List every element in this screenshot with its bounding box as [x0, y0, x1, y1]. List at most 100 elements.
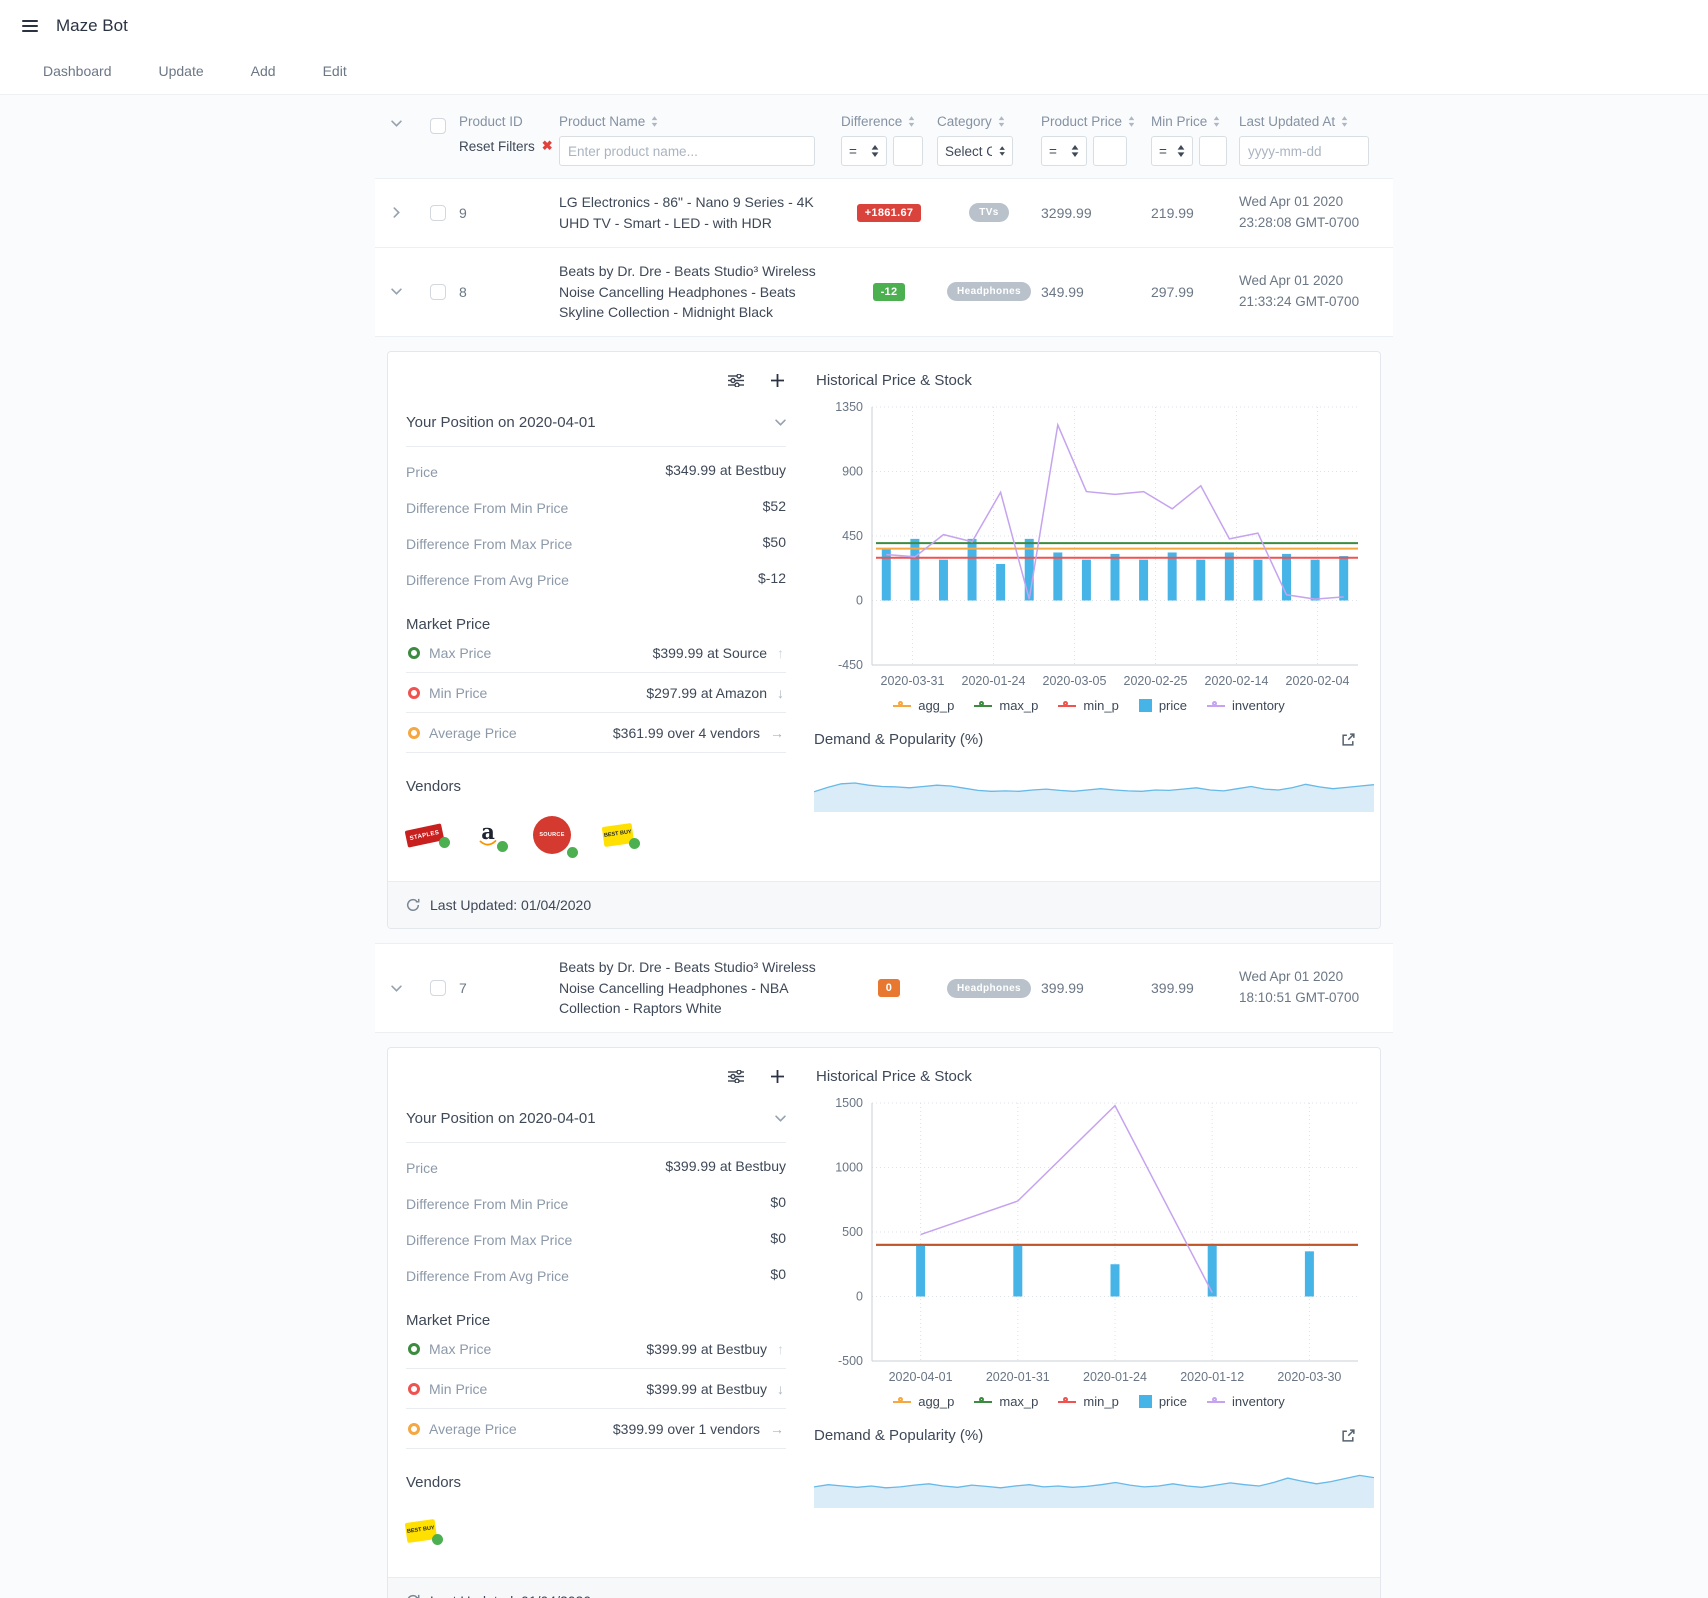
legend-inventory: inventory: [1207, 1394, 1285, 1409]
vendor-staples-logo[interactable]: STAPLES: [404, 822, 450, 848]
hamburger-menu-icon[interactable]: [22, 20, 38, 32]
category-badge: Headphones: [946, 282, 1031, 302]
product-detail-card: Your Position on 2020-04-01 Price $349.99…: [387, 351, 1381, 929]
legend-max-p: max_p: [974, 1394, 1038, 1409]
min-price-ring-icon: [408, 1383, 420, 1396]
chart-legend: agg_p max_p min_p price inventory: [814, 1394, 1364, 1409]
svg-text:2020-03-30: 2020-03-30: [1277, 1370, 1341, 1384]
arrow-up-icon: ↑: [777, 645, 784, 661]
category-select[interactable]: Select Ca: [937, 136, 1013, 166]
vendor-status-dot: [497, 840, 508, 852]
external-link-icon[interactable]: [1341, 732, 1356, 747]
sort-icon[interactable]: [1213, 116, 1220, 127]
product-price-filter-input[interactable]: [1093, 136, 1127, 166]
demand-popularity-title: Demand & Popularity (%): [814, 1427, 984, 1445]
svg-text:2020-01-24: 2020-01-24: [962, 674, 1026, 688]
min-price: 219.99: [1151, 204, 1194, 221]
card-footer: Last Updated: 01/04/2020: [388, 1577, 1380, 1598]
difference-badge: +1861.67: [856, 203, 922, 222]
vendor-status-dot: [567, 847, 578, 858]
external-link-icon[interactable]: [1341, 1428, 1356, 1443]
market-price-title: Market Price: [406, 616, 491, 633]
app-title: Maze Bot: [56, 16, 128, 35]
detail-row: Price $349.99 at Bestbuy: [406, 462, 786, 480]
tab-update[interactable]: Update: [159, 63, 204, 79]
row-expander-chevron-right-icon[interactable]: [391, 207, 402, 219]
sliders-filter-icon[interactable]: [728, 374, 744, 387]
legend-agg-p: agg_p: [893, 698, 954, 713]
market-row-min: Min Price $297.99 at Amazon ↓: [406, 673, 786, 713]
historical-price-stock-chart: 1350 900 450 0 -450 2020-03-31 2020-01-24 2020-…: [835, 400, 1358, 688]
vendor-bestbuy-logo[interactable]: BEST BUY: [601, 823, 640, 849]
min-price-operator-select[interactable]: =: [1151, 136, 1193, 166]
product-price: 349.99: [1041, 283, 1084, 300]
legend-min-p: min_p: [1058, 1394, 1119, 1409]
historical-chart-title: Historical Price & Stock: [816, 1068, 972, 1086]
svg-text:2020-02-25: 2020-02-25: [1124, 674, 1188, 688]
svg-text:2020-03-05: 2020-03-05: [1043, 674, 1107, 688]
column-min-price: Min Price: [1151, 114, 1239, 129]
arrow-down-icon: ↓: [777, 685, 784, 701]
difference-filter-input[interactable]: [893, 136, 923, 166]
market-row-max: Max Price $399.99 at Source ↑: [406, 633, 786, 673]
sort-icon[interactable]: [1341, 116, 1348, 127]
svg-text:2020-01-12: 2020-01-12: [1180, 1370, 1244, 1384]
svg-text:2020-03-31: 2020-03-31: [881, 674, 945, 688]
legend-agg-p: agg_p: [893, 1394, 954, 1409]
last-updated-text: Last Updated: 01/04/2020: [430, 897, 592, 913]
last-updated-filter-input[interactable]: [1239, 136, 1369, 166]
difference-operator-select[interactable]: =: [841, 136, 887, 166]
product-name: LG Electronics - 86" - Nano 9 Series - 4…: [559, 194, 814, 231]
svg-text:500: 500: [842, 1225, 863, 1239]
row-checkbox[interactable]: [430, 283, 446, 300]
arrow-up-icon: ↑: [777, 1341, 784, 1358]
arrow-right-icon: →: [770, 725, 784, 741]
market-row-max: Max Price $399.99 at Bestbuy ↑: [406, 1329, 786, 1370]
reset-filters-button[interactable]: Reset Filters ✖: [459, 138, 559, 154]
amazon-smile-icon: [479, 839, 497, 846]
min-price-filter-input[interactable]: [1199, 136, 1227, 166]
plus-icon[interactable]: [771, 1070, 784, 1084]
row-expander-chevron-down-icon[interactable]: [390, 983, 402, 994]
market-price-title: Market Price: [406, 1312, 491, 1330]
row-expander-chevron-down-icon[interactable]: [390, 286, 402, 297]
detail-row: Price $399.99 at Bestbuy: [406, 1158, 786, 1177]
legend-inventory: inventory: [1207, 698, 1285, 713]
sliders-filter-icon[interactable]: [728, 1070, 744, 1084]
close-icon: ✖: [541, 138, 553, 153]
sort-icon[interactable]: [1128, 116, 1135, 127]
sort-icon[interactable]: [998, 116, 1005, 127]
tab-add[interactable]: Add: [251, 63, 276, 79]
vendor-bestbuy-logo[interactable]: BEST BUY: [404, 1519, 443, 1546]
vendor-status-dot: [432, 1534, 443, 1546]
row-checkbox[interactable]: [430, 204, 446, 221]
sort-icon[interactable]: [908, 116, 915, 127]
vendors-row: STAPLES a SOURCE BEST BUY: [404, 813, 786, 858]
position-header[interactable]: Your Position on 2020-04-01: [406, 414, 786, 447]
svg-text:2020-04-01: 2020-04-01: [889, 1370, 953, 1384]
position-header[interactable]: Your Position on 2020-04-01: [406, 1110, 786, 1144]
vendor-status-dot: [629, 838, 640, 849]
min-price-ring-icon: [408, 687, 420, 699]
tab-edit[interactable]: Edit: [323, 63, 347, 79]
svg-text:1000: 1000: [835, 1161, 863, 1175]
plus-icon[interactable]: [771, 374, 784, 387]
row-checkbox[interactable]: [430, 980, 446, 997]
product-id: 9: [459, 204, 467, 221]
product-price-operator-select[interactable]: =: [1041, 136, 1087, 166]
detail-row: Difference From Min Price $52: [406, 498, 786, 516]
table-row: 8 Beats by Dr. Dre - Beats Studio³ Wirel…: [375, 246, 1393, 336]
chevron-down-icon[interactable]: [390, 118, 402, 129]
svg-text:1350: 1350: [835, 400, 863, 414]
column-last-updated: Last Updated At: [1239, 114, 1393, 129]
historical-price-stock-chart: 1500 1000 500 0 -500 2020-04-01 2020-01-31 2020…: [835, 1096, 1358, 1384]
min-price: 297.99: [1151, 283, 1194, 300]
sort-icon[interactable]: [651, 116, 658, 127]
vendor-amazon-logo[interactable]: a: [475, 821, 508, 852]
expanded-row-detail: Your Position on 2020-04-01 Price $399.99…: [375, 1032, 1393, 1598]
product-name-filter-input[interactable]: [559, 136, 815, 166]
vendor-source-logo[interactable]: SOURCE: [533, 816, 578, 858]
select-all-checkbox[interactable]: [430, 118, 446, 134]
product-price: 399.99: [1041, 980, 1084, 997]
tab-dashboard[interactable]: Dashboard: [43, 63, 112, 79]
